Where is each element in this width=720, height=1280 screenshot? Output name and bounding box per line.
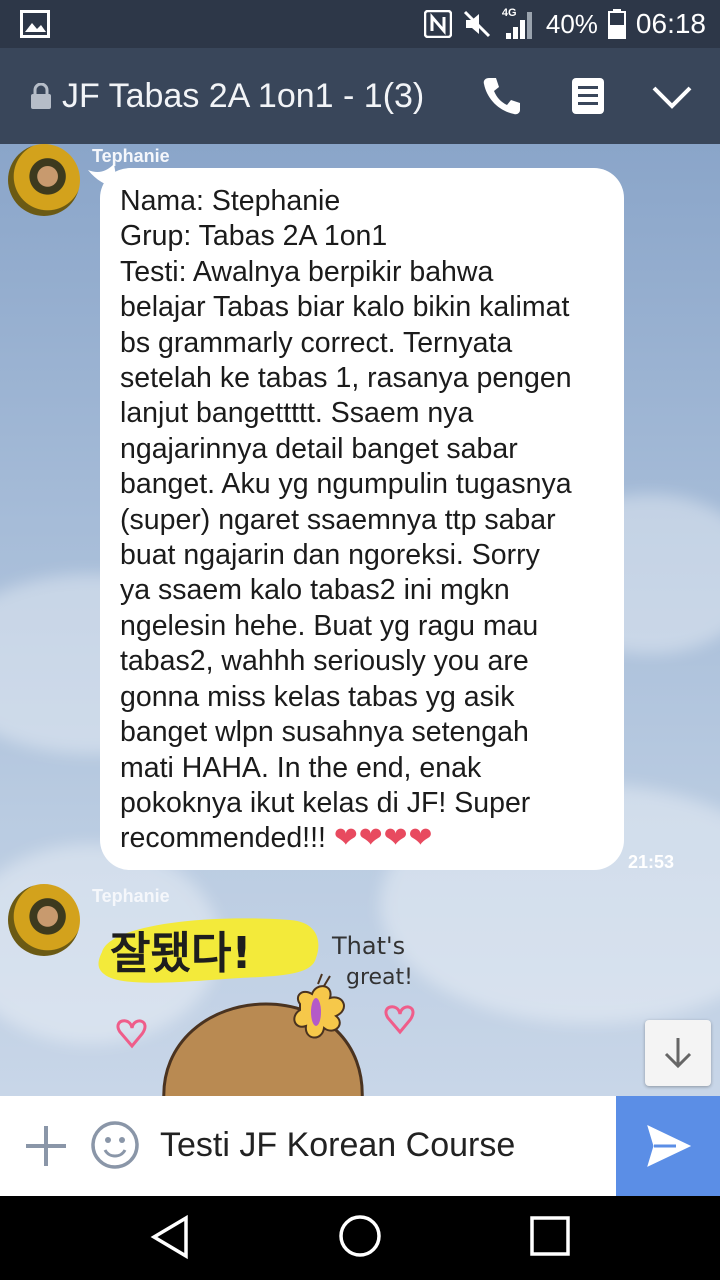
message-line: ya ssaem kalo tabas2 ini mgkn xyxy=(120,574,510,607)
message-line: buat ngajarin dan ngoreksi. Sorry xyxy=(120,539,540,572)
input-bar xyxy=(0,1096,720,1196)
message-line-last: recommended!!! ❤❤❤❤ xyxy=(120,821,606,856)
home-icon[interactable] xyxy=(338,1214,382,1258)
send-button[interactable] xyxy=(616,1096,720,1196)
send-icon xyxy=(647,1125,692,1167)
emoji-icon[interactable] xyxy=(90,1120,140,1170)
chat-area[interactable]: Tephanie Nama: Stephanie Grup: Tabas 2A … xyxy=(0,144,720,1096)
message-line: belajar Tabas biar kalo bikin kalimat xyxy=(120,291,570,324)
note-icon[interactable] xyxy=(570,76,606,116)
message-line: tabas2, wahhh seriously you are xyxy=(120,645,529,678)
message-line: lanjut bangettttt. Ssaem nya xyxy=(120,397,474,430)
back-icon[interactable] xyxy=(148,1214,192,1260)
scroll-down-button[interactable] xyxy=(645,1020,711,1086)
arrow-down-icon xyxy=(664,1038,692,1069)
message-line: Testi: Awalnya berpikir bahwa xyxy=(120,255,494,288)
chat-header: JF Tabas 2A 1on1 - 1(3) xyxy=(0,48,720,144)
plus-icon[interactable] xyxy=(22,1122,70,1170)
message-line: mati HAHA. In the end, enak xyxy=(120,751,482,784)
avatar[interactable] xyxy=(8,884,80,956)
chevron-down-icon[interactable] xyxy=(650,80,694,112)
sender-name: Tephanie xyxy=(92,886,170,906)
lock-icon xyxy=(31,83,51,109)
message-line: banget wlpn susahnya setengah xyxy=(120,716,529,749)
message-line: bs grammarly correct. Ternyata xyxy=(120,326,513,359)
call-icon[interactable] xyxy=(480,74,524,118)
sticker-english-text-2: great! xyxy=(346,965,413,990)
message-line: banget. Aku yg ngumpulin tugasnya xyxy=(120,468,572,501)
message-input[interactable] xyxy=(160,1120,610,1170)
message-timestamp: 21:53 xyxy=(628,852,675,872)
message-line: (super) ngaret ssaemnya ttp sabar xyxy=(120,503,556,536)
recents-icon[interactable] xyxy=(530,1216,570,1256)
message-line: gonna miss kelas tabas yg asik xyxy=(120,680,515,713)
gallery-icon xyxy=(20,10,50,38)
sticker-korean-text: 잘됐다! xyxy=(110,928,252,979)
heart-emoji: ❤❤❤❤ xyxy=(333,822,434,855)
clock: 06:18 xyxy=(635,8,706,39)
message-line: Nama: Stephanie xyxy=(120,185,341,217)
message-bubble[interactable]: Nama: Stephanie Grup: Tabas 2A 1on1 Test… xyxy=(100,168,624,870)
message-line: ngajarinnya detail banget sabar xyxy=(120,432,518,465)
message-line: pokoknya ikut kelas di JF! Super xyxy=(120,786,531,819)
message-line: setelah ke tabas 1, rasanya pengen xyxy=(120,362,572,395)
chat-title[interactable]: JF Tabas 2A 1on1 - 1(3) xyxy=(62,72,424,120)
mute-icon xyxy=(463,10,490,38)
message-line: ngelesin hehe. Buat yg ragu mau xyxy=(120,609,539,642)
battery-icon xyxy=(607,9,626,39)
avatar[interactable] xyxy=(8,144,80,216)
status-bar: 4G 40% 06:18 xyxy=(0,0,720,48)
battery-percent: 40% xyxy=(545,8,598,39)
message-text: recommended!!! xyxy=(120,822,326,855)
message-line: Grup: Tabas 2A 1on1 xyxy=(120,220,388,253)
sticker-english-text-1: That's xyxy=(331,932,405,960)
sticker[interactable]: 잘됐다! That's great! xyxy=(90,912,430,1096)
nfc-icon xyxy=(423,10,452,38)
signal-icon: 4G xyxy=(502,7,536,41)
navigation-bar xyxy=(0,1196,720,1280)
